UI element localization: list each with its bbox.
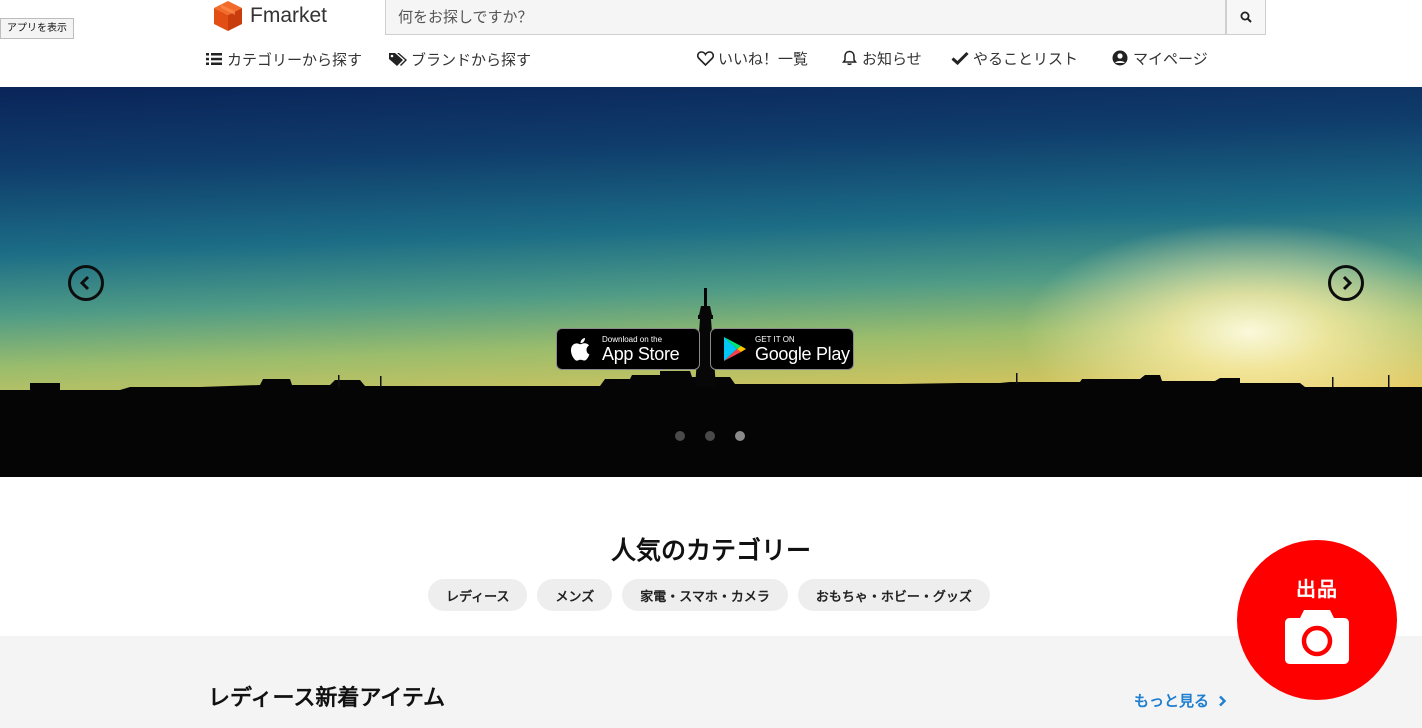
hero-carousel: Download on the App Store GET IT ON Goog… (0, 87, 1422, 477)
nav-todo-list[interactable]: やることリスト (950, 46, 1078, 70)
sell-label: 出品 (1296, 577, 1338, 601)
app-tooltip: アプリを表示 (0, 18, 74, 39)
logo-text: Fmarket (250, 4, 328, 27)
nav-label: お知らせ (862, 49, 922, 68)
see-more-link[interactable]: もっと見る (1134, 690, 1227, 711)
search-input[interactable] (385, 0, 1226, 35)
carousel-dot[interactable] (705, 431, 715, 441)
app-store-badge[interactable]: Download on the App Store (556, 328, 700, 370)
chevron-left-icon (79, 275, 90, 291)
apple-icon (570, 338, 590, 361)
list-icon (204, 49, 224, 69)
carousel-next-button[interactable] (1328, 265, 1364, 301)
check-icon (950, 48, 970, 68)
nav-brand-search[interactable]: ブランドから探す (388, 47, 531, 71)
chip-toys-hobbies[interactable]: おもちゃ・ホビー・グッズ (797, 579, 990, 611)
sell-button[interactable]: 出品 (1237, 540, 1397, 700)
nav-label: カテゴリーから探す (227, 50, 363, 69)
nav-label: やることリスト (973, 49, 1079, 68)
nav-label: ブランドから探す (411, 50, 532, 69)
google-play-small-text: GET IT ON (755, 334, 795, 344)
new-items-title: レディース新着アイテム (208, 686, 446, 711)
app-store-big-text: App Store (602, 343, 680, 364)
carousel-dot-active[interactable] (735, 431, 745, 441)
google-play-big-text: Google Play (755, 343, 850, 364)
nav-category-search[interactable]: カテゴリーから探す (204, 47, 362, 71)
bell-icon (839, 48, 859, 68)
logo[interactable]: Fmarket (212, 0, 327, 32)
nav-label: マイページ (1133, 49, 1208, 68)
google-play-badge[interactable]: GET IT ON Google Play (710, 328, 854, 370)
popular-categories-title: 人気のカテゴリー (610, 536, 811, 565)
camera-icon (1285, 610, 1349, 664)
chip-mens[interactable]: メンズ (537, 579, 613, 611)
search-icon (1240, 11, 1252, 23)
nav-my-page[interactable]: マイページ (1110, 46, 1208, 70)
nav-likes[interactable]: いいね！一覧 (695, 46, 808, 70)
user-circle-icon (1110, 48, 1130, 68)
carousel-prev-button[interactable] (68, 265, 104, 301)
category-chips: レディース メンズ 家電・スマホ・カメラ おもちゃ・ホビー・グッズ (428, 579, 990, 611)
app-store-small-text: Download on the (602, 334, 663, 344)
chevron-right-icon (1342, 275, 1353, 291)
carousel-dots (675, 431, 745, 441)
city-silhouette-image (0, 288, 1422, 477)
nav-label: いいね！一覧 (718, 49, 809, 68)
chip-electronics[interactable]: 家電・スマホ・カメラ (622, 579, 788, 611)
cube-logo-icon (214, 1, 242, 31)
chevron-right-icon (1219, 695, 1227, 707)
tags-icon (388, 49, 408, 69)
see-more-label: もっと見る (1134, 692, 1210, 710)
google-play-icon (724, 337, 746, 361)
search-button[interactable] (1226, 0, 1266, 35)
search-bar (385, 0, 1266, 35)
carousel-dot[interactable] (675, 431, 685, 441)
chip-ladies[interactable]: レディース (428, 579, 528, 611)
nav-notifications[interactable]: お知らせ (839, 46, 922, 70)
heart-icon (695, 48, 715, 68)
